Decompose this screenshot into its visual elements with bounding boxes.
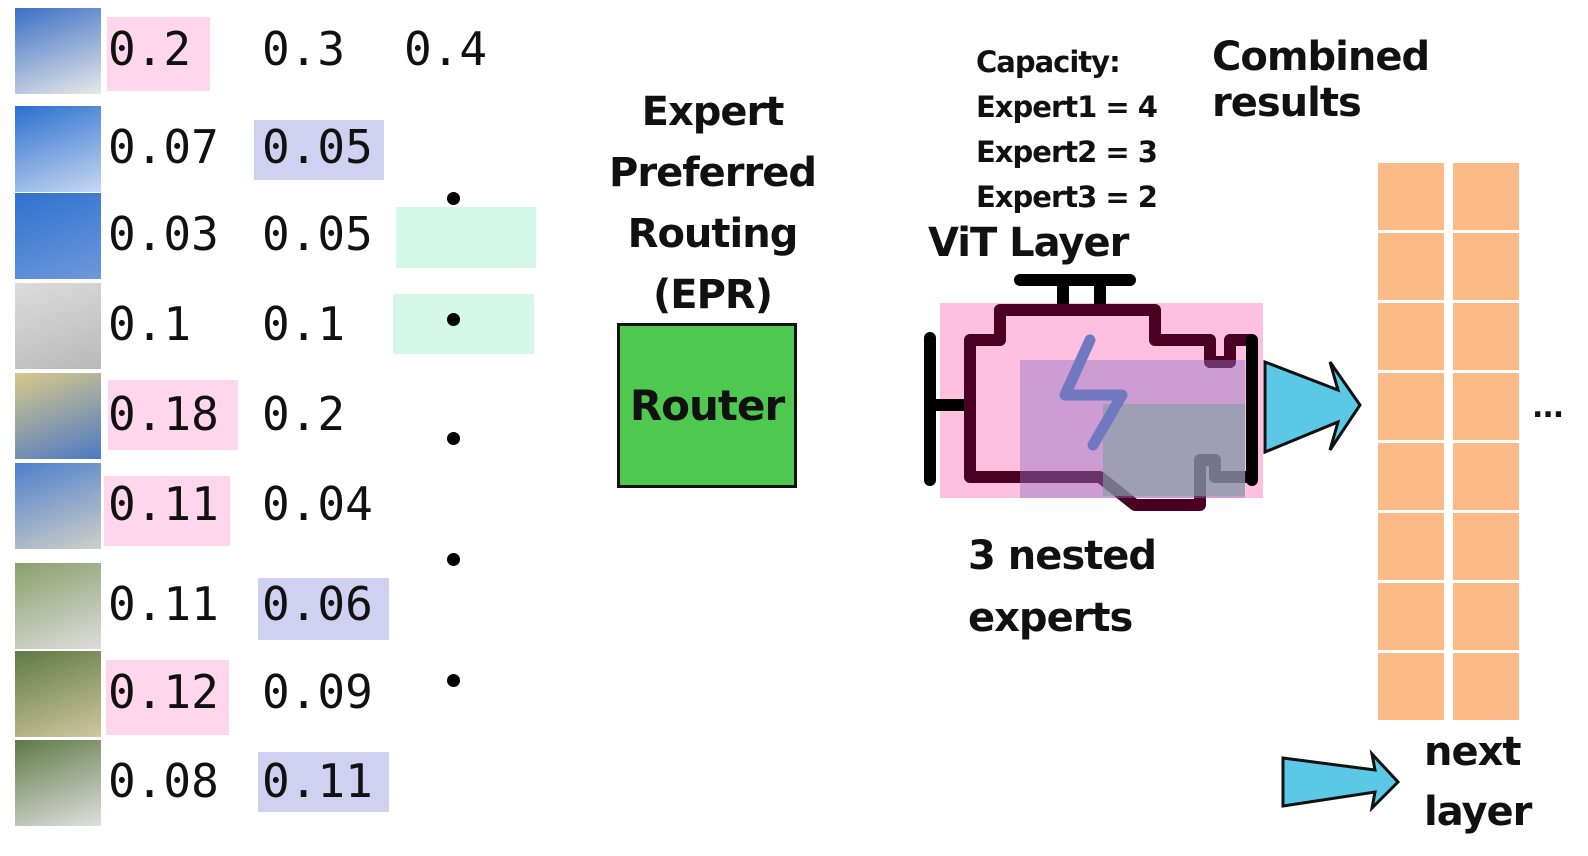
nested-experts-line: 3 nested — [968, 533, 1157, 579]
ellipsis: ... — [1532, 390, 1564, 425]
result-token-cell — [1453, 303, 1519, 370]
result-token-cell — [1453, 653, 1519, 720]
arrow-icon — [1263, 359, 1362, 455]
result-token-cell — [1378, 163, 1444, 230]
result-token-cell — [1378, 303, 1444, 370]
result-token-cell — [1378, 583, 1444, 650]
engine-diagram — [924, 274, 1401, 813]
result-token-cell — [1378, 513, 1444, 580]
expert3-region — [1103, 404, 1245, 496]
next-layer-label: next layer — [1424, 722, 1532, 842]
next-layer-arrow-icon — [1281, 749, 1401, 813]
result-token-cell — [1453, 443, 1519, 510]
engine-icon — [924, 274, 1263, 511]
nested-experts-line: experts — [968, 595, 1133, 641]
result-token-cell — [1378, 233, 1444, 300]
next-layer-line: layer — [1424, 789, 1532, 835]
next-layer-line: next — [1424, 729, 1522, 775]
result-token-cell — [1378, 373, 1444, 440]
result-token-cell — [1453, 233, 1519, 300]
result-token-cell — [1453, 583, 1519, 650]
result-token-cell — [1453, 163, 1519, 230]
result-token-cell — [1378, 443, 1444, 510]
result-token-cell — [1453, 513, 1519, 580]
result-token-cell — [1378, 653, 1444, 720]
nested-experts-label: 3 nested experts — [968, 525, 1157, 649]
result-token-cell — [1453, 373, 1519, 440]
